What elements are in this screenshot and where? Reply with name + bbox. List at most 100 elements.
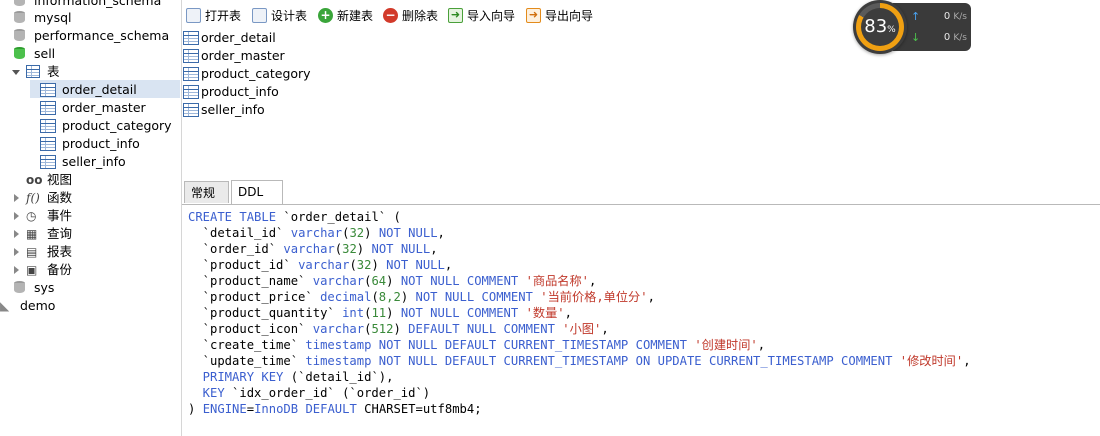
ddl-column-name: `product_name` — [188, 274, 313, 288]
function-icon: f() — [26, 191, 40, 205]
ddl-column-name: `product_price` — [188, 290, 321, 304]
database-icon — [14, 0, 25, 8]
table-icon — [183, 31, 199, 45]
ddl-punct: , — [564, 306, 572, 320]
tables-folder-icon — [26, 65, 40, 78]
event-clock-icon: ◷ — [26, 209, 37, 223]
tree-folder-views[interactable]: oo 视图 — [10, 171, 180, 189]
tree-table-item[interactable]: order_master — [40, 99, 180, 117]
ddl-column-type: timestamp — [305, 338, 372, 352]
ddl-keyword: PRIMARY KEY — [188, 370, 284, 384]
table-icon — [40, 101, 56, 115]
tree-table-item[interactable]: order_detail — [40, 81, 180, 99]
tree-table-item[interactable]: product_info — [40, 135, 180, 153]
tree-folder-label: 表 — [47, 64, 60, 79]
tree-db-sys[interactable]: sys — [14, 279, 180, 297]
ddl-space — [394, 274, 401, 288]
ddl-keyword: NOT NULL — [386, 258, 445, 272]
table-icon — [183, 103, 199, 117]
new-table-button[interactable]: + 新建表 — [318, 5, 380, 27]
tree-folder-label: 事件 — [47, 208, 73, 223]
export-wizard-button[interactable]: ➜ 导出向导 — [526, 5, 600, 27]
tree-table-item[interactable]: product_category — [40, 117, 180, 135]
table-icon — [40, 83, 56, 97]
ddl-space — [371, 226, 378, 240]
tree-db-mysql[interactable]: mysql — [14, 9, 180, 27]
ddl-code-view[interactable]: CREATE TABLE `order_detail` ( `detail_id… — [188, 209, 971, 417]
ddl-key-columns: (`detail_id`), — [283, 370, 394, 384]
ddl-column-type: varchar — [312, 322, 365, 336]
ddl-keyword: NOT NULL COMMENT — [400, 274, 519, 288]
tree-folder-functions[interactable]: f() 函数 — [10, 189, 180, 207]
database-icon — [14, 29, 25, 43]
upload-value: 0 — [943, 11, 951, 22]
ddl-column-name: `product_icon` — [188, 322, 313, 336]
ddl-paren: ) — [386, 274, 394, 288]
delete-table-button[interactable]: − 删除表 — [383, 5, 445, 27]
tree-db-sell[interactable]: sell — [14, 45, 180, 63]
gauge-percent: 83% — [853, 0, 907, 54]
tree-folder-backups[interactable]: ▣ 备份 — [10, 261, 180, 279]
ddl-line: `product_price` decimal(8,2) NOT NULL CO… — [188, 289, 971, 305]
download-value: 0 — [943, 32, 951, 43]
ddl-table-name: `order_detail` ( — [276, 210, 401, 224]
ddl-line: `order_id` varchar(32) NOT NULL, — [188, 241, 971, 257]
tree-connection-demo[interactable]: ◣ demo — [0, 297, 180, 315]
ddl-column-size: 8,2 — [378, 290, 401, 304]
ddl-column-type: varchar — [283, 242, 335, 256]
tree-folder-label: 函数 — [47, 190, 73, 205]
design-table-button[interactable]: 设计表 — [252, 5, 314, 27]
expand-arrow-icon[interactable] — [14, 212, 19, 220]
ddl-column-name: `create_time` — [188, 338, 306, 352]
tree-db-performance-schema[interactable]: performance_schema — [14, 27, 180, 45]
ddl-comment-string: '创建时间' — [694, 338, 758, 352]
open-table-button[interactable]: 打开表 — [186, 5, 248, 27]
ddl-column-type: int — [342, 306, 365, 320]
tree-db-label: sys — [34, 280, 55, 295]
import-icon: ➜ — [448, 8, 463, 23]
table-icon — [40, 155, 56, 169]
add-icon: + — [318, 8, 333, 23]
tab-ddl[interactable]: DDL — [231, 180, 283, 204]
ddl-column-type: decimal — [320, 290, 372, 304]
expand-arrow-icon[interactable] — [12, 70, 20, 75]
ddl-punct: , — [430, 242, 438, 256]
ddl-line: `product_id` varchar(32) NOT NULL, — [188, 257, 971, 273]
table-list-label: seller_info — [201, 102, 265, 117]
tab-general[interactable]: 常规 — [184, 181, 229, 203]
ddl-space — [371, 338, 378, 352]
ddl-punct: = — [246, 402, 255, 416]
ddl-punct: , — [757, 338, 766, 352]
ddl-column-type: varchar — [298, 258, 350, 272]
tree-folder-label: 备份 — [47, 262, 73, 277]
ddl-keyword: NOT NULL — [371, 242, 431, 256]
tree-folder-events[interactable]: ◷ 事件 — [10, 207, 180, 225]
download-speed: ↓ 0 K/s — [911, 29, 967, 47]
percent-value: 83 — [864, 16, 888, 37]
ddl-line: `product_icon` varchar(512) DEFAULT NULL… — [188, 321, 971, 337]
ddl-comment-string: '修改时间' — [899, 354, 964, 368]
expand-arrow-icon[interactable] — [14, 248, 19, 256]
tree-folder-tables[interactable]: 表 — [10, 63, 180, 81]
tree-table-item[interactable]: seller_info — [40, 153, 180, 171]
design-table-label: 设计表 — [271, 9, 308, 23]
ddl-column-size: 32 — [349, 226, 365, 240]
table-icon — [183, 67, 199, 81]
import-wizard-button[interactable]: ➜ 导入向导 — [448, 5, 522, 27]
network-speed-widget[interactable]: ↑ 0 K/s ↓ 0 K/s 83% — [853, 0, 971, 54]
table-icon — [40, 137, 56, 151]
ddl-column-name: `update_time` — [188, 354, 306, 368]
memory-gauge: 83% — [853, 0, 907, 54]
table-icon — [183, 49, 199, 63]
expand-arrow-icon[interactable] — [14, 194, 19, 202]
tree-folder-queries[interactable]: ▦ 查询 — [10, 225, 180, 243]
connection-icon: ◣ — [0, 299, 10, 313]
expand-arrow-icon[interactable] — [14, 230, 19, 238]
ddl-space — [892, 354, 899, 368]
ddl-punct: , — [437, 226, 445, 240]
ddl-keyword: NOT NULL — [378, 226, 438, 240]
expand-arrow-icon[interactable] — [14, 266, 19, 274]
tree-folder-reports[interactable]: ▤ 报表 — [10, 243, 180, 261]
ddl-keyword: NOT NULL DEFAULT CURRENT_TIMESTAMP ON UP… — [378, 354, 893, 368]
ddl-charset: CHARSET=utf8mb4; — [356, 402, 482, 416]
